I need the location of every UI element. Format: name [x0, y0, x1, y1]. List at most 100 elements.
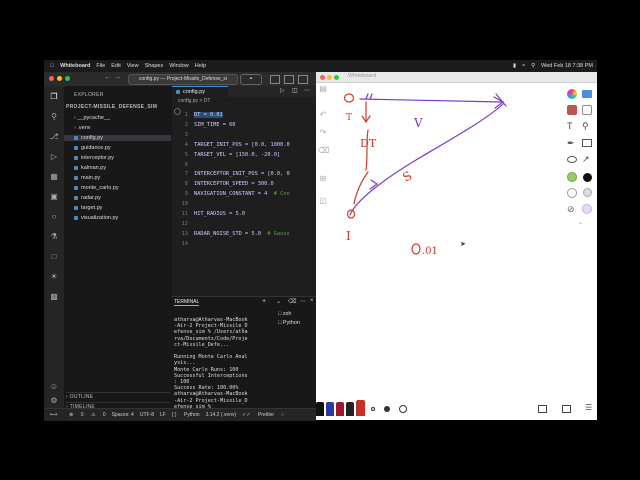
marker-pen[interactable]	[346, 402, 354, 416]
menu-icon[interactable]: ☰	[585, 403, 592, 412]
file-main-py[interactable]: main.py	[74, 175, 100, 181]
remote-explorer-icon[interactable]: ▣	[49, 192, 59, 202]
copilot-icon[interactable]: ☀	[49, 272, 59, 282]
code-line[interactable]: DT = 0.01	[194, 112, 223, 118]
code-line[interactable]: RADAR_NOISE_STD = 5.0 # Gauss	[194, 231, 290, 237]
code-line[interactable]: INTERCEPTOR_INIT_POS = [0.0, 0	[194, 171, 290, 177]
battery-icon[interactable]: ▮	[513, 63, 516, 69]
eraser-icon[interactable]	[567, 188, 577, 198]
lock-icon[interactable]: ⚲	[582, 121, 589, 132]
more-actions-icon[interactable]: ⋯	[300, 298, 306, 305]
zoom-window-button[interactable]	[334, 75, 339, 80]
code-line[interactable]: HIT_RADIUS = 5.0	[194, 211, 245, 217]
medium-size-dot[interactable]	[384, 406, 390, 412]
arrow-tool-icon[interactable]: ↗	[582, 154, 590, 165]
code-area[interactable]: 1 DT = 0.01 2 SIM_TIME = 60 3 4 TARGET_INIT_PO…	[172, 108, 316, 296]
accounts-icon[interactable]: ○	[49, 212, 59, 222]
file-kalman-py[interactable]: kalman.py	[74, 165, 106, 171]
menu-edit[interactable]: Edit	[111, 63, 120, 69]
copy-icon[interactable]	[538, 405, 547, 413]
back-arrow-icon[interactable]: ←	[104, 74, 111, 81]
new-terminal-icon[interactable]: +	[262, 298, 266, 305]
ellipse-tool-icon[interactable]	[567, 156, 577, 163]
interpreter-status[interactable]: 3.14.2 (.venv)	[206, 412, 237, 418]
code-line[interactable]: INTERCEPTOR_SPEED = 300.0	[194, 181, 274, 187]
terminal-tab[interactable]: TERMINAL	[174, 299, 200, 306]
outline-section[interactable]: › OUTLINE	[66, 392, 170, 400]
file-radar-py[interactable]: radar.py	[74, 195, 101, 201]
notifications-icon[interactable]: ♢	[280, 412, 284, 418]
code-line[interactable]: NAVIGATION_CONSTANT = 4 # Con	[194, 191, 290, 197]
breadcrumb[interactable]: config.py > DT	[172, 98, 316, 106]
drawing-canvas[interactable]: T V DT S I .01 ➤	[316, 82, 566, 400]
menu-view[interactable]: View	[127, 63, 139, 69]
settings-gear-icon[interactable]: ⚙	[49, 396, 59, 406]
eol-status[interactable]: LF	[160, 412, 166, 418]
search-icon[interactable]: ⚲	[531, 63, 535, 69]
code-line[interactable]: TARGET_VEL = [150.0, -20.0]	[194, 152, 280, 158]
terminal-instance-zsh[interactable]: □ zsh	[278, 311, 316, 317]
command-center[interactable]: config.py — Project-Missile_Defense_si	[128, 74, 238, 85]
forward-arrow-icon[interactable]: →	[114, 74, 121, 81]
folder-venv[interactable]: › .venv	[74, 125, 91, 131]
export-icon[interactable]	[562, 405, 571, 413]
file-target-py[interactable]: target.py	[74, 205, 102, 211]
copilot-button[interactable]: ⚭	[240, 74, 262, 85]
purple-color-swatch[interactable]	[582, 204, 592, 214]
close-window-button[interactable]	[49, 76, 54, 81]
layers-icon[interactable]	[582, 105, 592, 115]
package-icon[interactable]: ▩	[49, 292, 59, 302]
text-tool-icon[interactable]: T	[567, 121, 573, 131]
encoding-status[interactable]: UTF-8	[140, 412, 154, 418]
file-guidance-py[interactable]: guidance.py	[74, 145, 111, 151]
terminal-output[interactable]: atharva@Atharvas-MacBook -Air-2 Project-…	[174, 317, 254, 410]
split-editor-icon[interactable]: ◫	[292, 87, 298, 94]
tab-config-py[interactable]: config.py	[172, 86, 228, 97]
black-color-swatch[interactable]	[583, 173, 592, 182]
wifi-icon[interactable]: ≈	[522, 63, 525, 69]
project-folder-header[interactable]: PROJECT-MISSILE_DEFENSE_SIM	[66, 104, 157, 110]
file-monte-carlo-py[interactable]: monte_carlo.py	[74, 185, 119, 191]
close-window-button[interactable]	[320, 75, 325, 80]
red-pen[interactable]	[336, 402, 344, 416]
close-panel-icon[interactable]: ×	[310, 298, 314, 304]
run-debug-icon[interactable]: ▷	[49, 152, 59, 162]
rectangle-tool-icon[interactable]	[582, 139, 592, 147]
run-python-icon[interactable]: ▷	[280, 87, 285, 94]
code-line[interactable]: TARGET_INIT_POS = [0.0, 1000.0	[194, 142, 290, 148]
customize-layout-icon[interactable]	[298, 75, 308, 84]
color-wheel-icon[interactable]	[567, 89, 577, 99]
white-color-swatch[interactable]	[583, 188, 592, 197]
file-interceptor-py[interactable]: interceptor.py	[74, 155, 114, 161]
more-actions-icon[interactable]: ⋯	[304, 87, 310, 94]
small-size-dot[interactable]	[371, 407, 375, 411]
trash-icon[interactable]: ⌫	[288, 298, 296, 305]
highlighter-icon[interactable]	[567, 172, 577, 182]
selected-red-pen[interactable]	[356, 400, 365, 416]
black-pen[interactable]	[316, 402, 324, 416]
terminal-instance-python[interactable]: □ Python	[278, 320, 316, 326]
datetime[interactable]: Wed Feb 18 7:38 PM	[541, 63, 593, 69]
chevron-down-icon[interactable]: ⌄	[276, 298, 281, 305]
language-mode-status[interactable]: { } Python	[172, 412, 200, 418]
account-icon[interactable]: ☺	[49, 382, 59, 392]
apple-icon[interactable]: 	[50, 63, 54, 69]
explorer-icon[interactable]: ❐	[49, 92, 59, 102]
large-size-dot[interactable]	[399, 405, 407, 413]
image-icon[interactable]	[567, 105, 577, 115]
search-icon[interactable]: ⚲	[49, 112, 59, 122]
problems-indicator[interactable]: ⊗ 0 ⚠ 0	[63, 412, 105, 418]
folder-icon[interactable]	[582, 90, 592, 98]
code-line[interactable]: SIM_TIME = 60	[194, 122, 235, 128]
extensions-icon[interactable]: ▦	[49, 172, 59, 182]
file-visualization-py[interactable]: visualization.py	[74, 215, 118, 221]
source-control-icon[interactable]: ⎇	[49, 132, 59, 142]
prettier-status[interactable]: ✓✓ Prettier	[242, 412, 274, 418]
file-config-py[interactable]: config.py	[64, 135, 171, 141]
lasso-icon[interactable]: ⊘	[567, 204, 575, 215]
pen-tool-icon[interactable]: ✒	[567, 138, 575, 149]
zoom-window-button[interactable]	[65, 76, 70, 81]
menu-app-name[interactable]: Whiteboard	[60, 63, 90, 69]
menu-window[interactable]: Window	[169, 63, 189, 69]
minimize-window-button[interactable]	[57, 76, 62, 81]
